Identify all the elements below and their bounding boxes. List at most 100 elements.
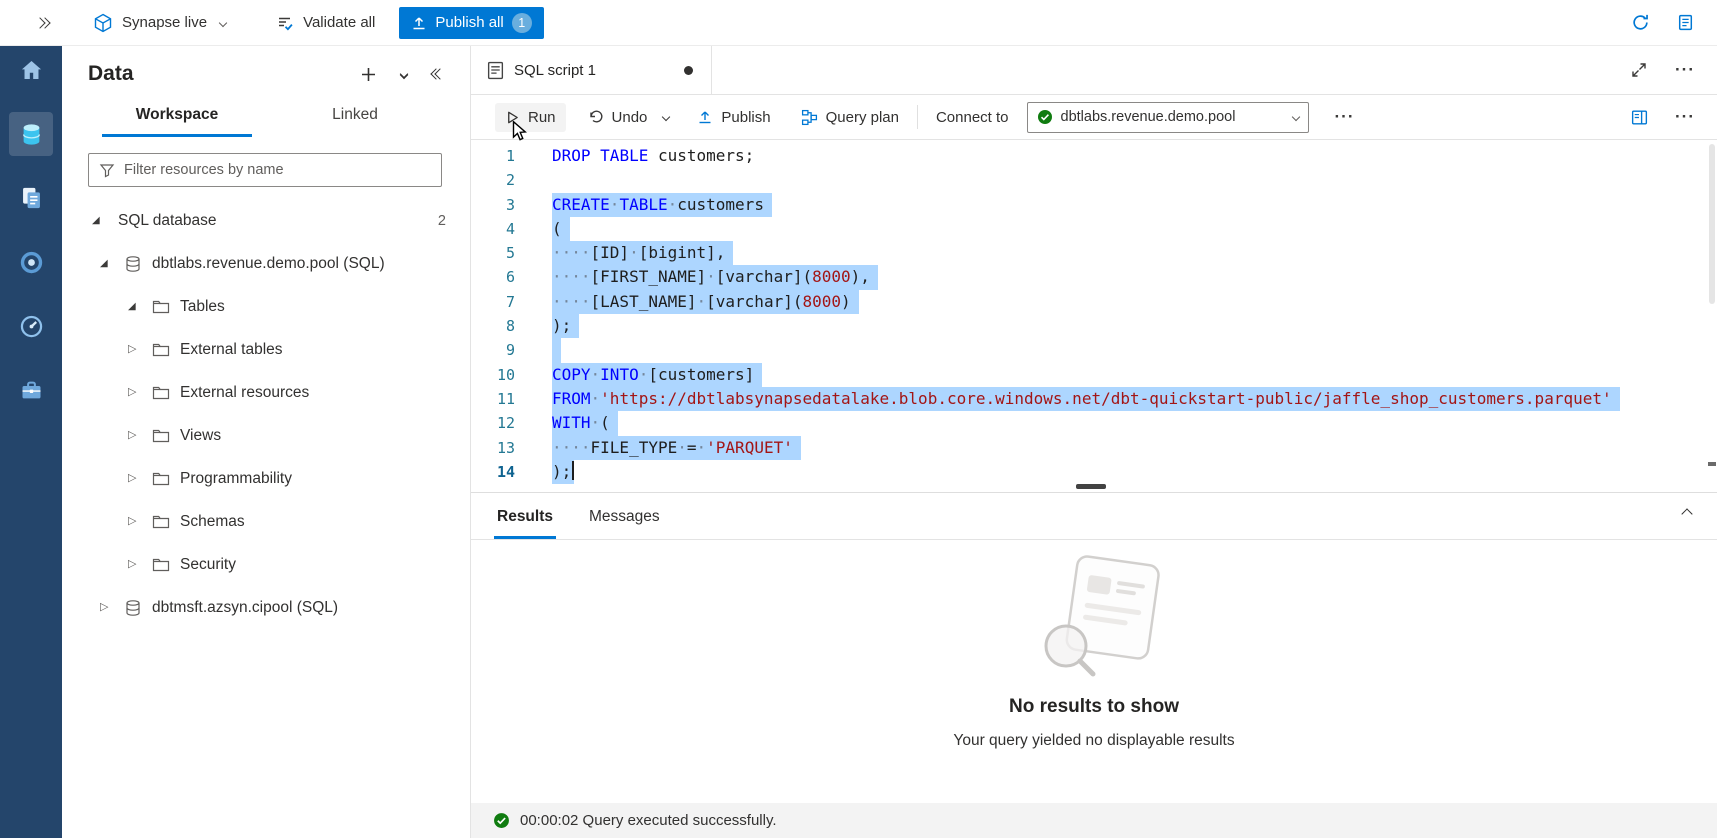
line-content: ····[LAST_NAME]·[varchar](8000): [552, 290, 859, 314]
tree-item-label: External tables: [180, 341, 283, 359]
code-token: COPY: [552, 365, 591, 384]
nav-manage[interactable]: [9, 368, 53, 412]
no-results-illustration: [1009, 552, 1179, 694]
query-status-text: 00:00:02 Query executed successfully.: [520, 812, 777, 829]
data-panel-tabs: WorkspaceLinked: [62, 96, 470, 137]
validate-all-button[interactable]: Validate all: [268, 8, 383, 38]
line-content: (: [552, 217, 570, 241]
tab-messages[interactable]: Messages: [589, 508, 660, 539]
expanded-arrow-icon[interactable]: ◢: [100, 259, 116, 269]
nav-develop[interactable]: [9, 176, 53, 220]
query-plan-button[interactable]: Query plan: [801, 109, 899, 126]
properties-panel-icon[interactable]: [1630, 108, 1649, 127]
item-count-badge: 2: [438, 213, 446, 229]
tab-results[interactable]: Results: [497, 508, 553, 539]
publish-all-button[interactable]: Publish all 1: [399, 7, 543, 39]
code-token: ····: [552, 292, 591, 311]
sql-script-icon: [487, 61, 504, 80]
publish-label: Publish: [721, 109, 770, 126]
tree-item-tables[interactable]: ◢Tables: [62, 285, 470, 328]
expand-editor-icon[interactable]: [1631, 62, 1647, 78]
tree-item-security[interactable]: ▷Security: [62, 543, 470, 586]
run-button[interactable]: Run: [495, 103, 566, 132]
code-token: =: [687, 438, 697, 457]
undo-dropdown-chevron-icon[interactable]: [662, 113, 670, 121]
toolbar-more-options-icon[interactable]: ···: [1335, 114, 1355, 121]
data-panel: Data WorkspaceLinked ◢SQL database2◢dbtl…: [62, 46, 471, 838]
code-token: [varchar](: [706, 292, 802, 311]
collapsed-arrow-icon[interactable]: ▷: [128, 516, 144, 527]
horizontal-scrollbar-thumb[interactable]: [1076, 484, 1106, 489]
collapse-all-icon[interactable]: [401, 71, 407, 78]
code-token: [bigint],: [639, 243, 726, 262]
pool-select-dropdown[interactable]: dbtlabs.revenue.demo.pool: [1027, 102, 1309, 133]
refresh-icon[interactable]: [1631, 13, 1650, 32]
filter-box[interactable]: [88, 153, 442, 187]
filter-resources-input[interactable]: [124, 162, 431, 178]
collapsed-arrow-icon[interactable]: ▷: [128, 387, 144, 398]
tree-item-dbtlabs-revenue-demo-pool-sql[interactable]: ◢dbtlabs.revenue.demo.pool (SQL): [62, 242, 470, 285]
line-number: 12: [471, 411, 515, 435]
query-plan-icon: [801, 109, 818, 126]
more-options-icon[interactable]: ···: [1675, 67, 1695, 74]
tree-item-sql-database[interactable]: ◢SQL database2: [62, 199, 470, 242]
tree-item-external-tables[interactable]: ▷ External tables: [62, 328, 470, 371]
editor-toolbar: Run Undo Publish Query plan: [471, 95, 1717, 140]
collapse-results-chevron-icon[interactable]: [1683, 510, 1691, 522]
chevron-down-icon: [219, 18, 227, 26]
line-content: );: [552, 314, 579, 338]
top-command-bar: Synapse live Validate all Publish all 1: [0, 0, 1717, 46]
add-resource-icon[interactable]: [361, 67, 376, 82]
nav-monitor[interactable]: [9, 304, 53, 348]
release-notes-icon[interactable]: [1676, 13, 1695, 32]
right-more-options-icon[interactable]: ···: [1675, 114, 1695, 121]
tree-item-external-resources[interactable]: ▷External resources: [62, 371, 470, 414]
tree-item-label: dbtmsft.azsyn.cipool (SQL): [152, 599, 338, 617]
validate-icon: [276, 14, 294, 32]
line-number: 1: [471, 144, 515, 168]
line-content: ····FILE_TYPE·=·'PARQUET': [552, 436, 801, 460]
vertical-scrollbar-thumb[interactable]: [1709, 144, 1715, 304]
collapsed-arrow-icon[interactable]: ▷: [128, 344, 144, 355]
tree-item-dbtmsft-azsyn-cipool-sql[interactable]: ▷ dbtmsft.azsyn.cipool (SQL): [62, 586, 470, 629]
nav-home[interactable]: [9, 48, 53, 92]
expanded-arrow-icon[interactable]: ◢: [92, 216, 108, 226]
left-nav-rail: [0, 46, 62, 838]
folder-icon: [152, 514, 170, 530]
line-number: 6: [471, 265, 515, 289]
code-token: ····: [552, 267, 591, 286]
validate-label: Validate all: [303, 14, 375, 31]
collapsed-arrow-icon[interactable]: ▷: [100, 602, 116, 613]
tab-sql-script-1[interactable]: SQL script 1: [471, 46, 712, 94]
code-line-2: 2: [471, 168, 1717, 192]
collapse-panel-icon[interactable]: [432, 70, 444, 78]
expanded-arrow-icon[interactable]: ◢: [128, 302, 144, 312]
tree-item-label: Views: [180, 427, 221, 445]
collapsed-arrow-icon[interactable]: ▷: [128, 559, 144, 570]
synapse-cube-icon: [93, 13, 113, 33]
publish-button[interactable]: Publish: [697, 109, 770, 126]
tab-linked[interactable]: Linked: [266, 96, 444, 137]
expand-nav-chevrons-icon[interactable]: [36, 19, 49, 27]
code-editor[interactable]: 1DROP TABLE customers;23CREATE·TABLE·cus…: [471, 140, 1717, 492]
synapse-live-dropdown[interactable]: Synapse live: [85, 7, 234, 39]
nav-integrate[interactable]: [9, 240, 53, 284]
collapsed-arrow-icon[interactable]: ▷: [128, 473, 144, 484]
integrate-icon: [18, 249, 45, 276]
tree-item-schemas[interactable]: ▷Schemas: [62, 500, 470, 543]
tree-item-programmability[interactable]: ▷Programmability: [62, 457, 470, 500]
results-panel: Results Messages: [471, 492, 1717, 838]
publish-count-badge: 1: [512, 13, 532, 33]
sql-pool-icon: [124, 599, 142, 617]
undo-button[interactable]: Undo: [588, 109, 648, 126]
nav-data[interactable]: [9, 112, 53, 156]
code-token: ·: [706, 267, 716, 286]
line-content: [552, 338, 561, 362]
code-token: ····: [552, 243, 591, 262]
success-check-icon: [493, 812, 510, 829]
tree-item-views[interactable]: ▷ Views: [62, 414, 470, 457]
tab-workspace[interactable]: Workspace: [88, 96, 266, 137]
run-label: Run: [528, 109, 556, 126]
collapsed-arrow-icon[interactable]: ▷: [128, 430, 144, 441]
results-tab-bar: Results Messages: [471, 493, 1717, 540]
